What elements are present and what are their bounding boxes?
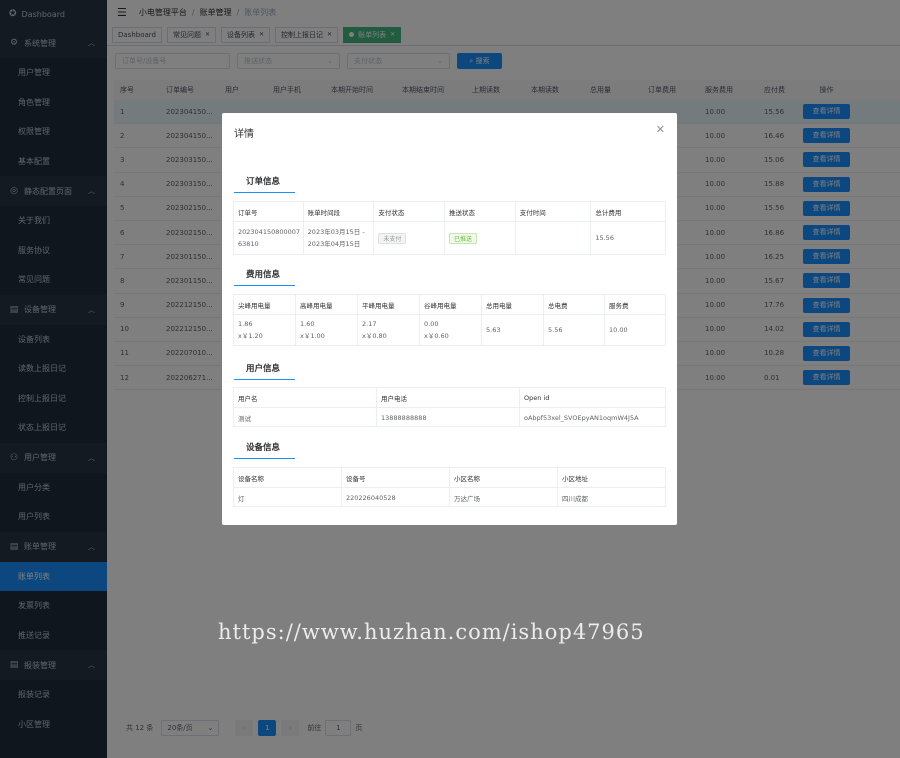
fee-header: 总用电量 — [482, 295, 544, 314]
fee-header: 尖峰用电量 — [234, 295, 296, 314]
push-status-cell: 已推送 — [445, 222, 516, 254]
pay-status-badge: 未支付 — [378, 232, 407, 244]
fee-unit-price: x￥0.80 — [362, 332, 387, 340]
watermark-text: https://www.huzhan.com/ishop47965 — [218, 620, 645, 644]
fee-header: 服务费 — [609, 301, 629, 310]
fee-cell: 0.00 x￥0.60 — [420, 315, 482, 345]
fee-quantity: 1.86 — [238, 320, 253, 328]
order-header: 账单时间段 — [304, 202, 375, 221]
user-header: Open id — [524, 393, 550, 402]
device-name: 灯 — [234, 488, 342, 507]
fee-header: 谷峰用电量 — [420, 295, 482, 314]
fee-quantity: 2.17 — [362, 320, 377, 328]
fee-quantity: 10.00 — [609, 326, 628, 334]
user-header: 用户电话 — [377, 388, 520, 407]
device-header: 小区地址 — [562, 474, 588, 483]
fee-quantity: 0.00 — [424, 320, 439, 328]
device-number: 220226040528 — [342, 488, 450, 507]
push-status-badge: 已推送 — [449, 232, 478, 244]
close-icon[interactable]: ✕ — [656, 123, 665, 136]
fee-quantity: 5.63 — [486, 326, 501, 334]
fee-quantity: 1.60 — [300, 320, 315, 328]
fee-cell: 1.60 x￥1.00 — [296, 315, 358, 345]
device-info-table: 设备名称 设备号 小区名称 小区地址 灯 220226040528 万达广场 四… — [233, 467, 666, 507]
user-name: 测试 — [234, 408, 377, 427]
fee-unit-price: x￥0.60 — [424, 332, 449, 340]
fee-cell: 1.86 x￥1.20 — [234, 315, 296, 345]
bill-period: 2023年03月15日 - 2023年04月15日 — [304, 222, 375, 254]
community-name: 万达广场 — [450, 488, 558, 507]
order-header: 总计费用 — [595, 208, 622, 217]
fee-unit-price: x￥1.20 — [238, 332, 263, 340]
section-title-device: 设备信息 — [234, 441, 295, 459]
fee-header: 高峰用电量 — [296, 295, 358, 314]
community-address: 四川成都 — [562, 494, 588, 503]
fee-info-table: 尖峰用电量 高峰用电量 平峰用电量 谷峰用电量 总用电量 总电费 服务费 1.86 x￥1.2… — [233, 294, 666, 346]
fee-cell: 2.17 x￥0.80 — [358, 315, 420, 345]
fee-header: 总电费 — [544, 295, 605, 314]
device-header: 小区名称 — [450, 468, 558, 487]
pay-status-cell: 未支付 — [374, 222, 446, 254]
device-header: 设备号 — [342, 468, 450, 487]
order-header: 支付状态 — [374, 202, 446, 221]
fee-unit-price: x￥1.00 — [300, 332, 325, 340]
fee-quantity: 5.56 — [548, 326, 563, 334]
user-header: 用户名 — [234, 388, 377, 407]
fee-cell: 5.63 — [482, 315, 544, 345]
fee-header: 平峰用电量 — [358, 295, 420, 314]
device-header: 设备名称 — [234, 468, 342, 487]
order-header: 订单号 — [234, 202, 304, 221]
user-phone: 13888888888 — [377, 408, 520, 427]
section-title-user: 用户信息 — [234, 362, 295, 380]
user-openid: oAbpf53xel_SVOEpyAN1oqmW4J5A — [524, 413, 639, 422]
order-info-table: 订单号 账单时间段 支付状态 推送状态 支付时间 总计费用 2023041508… — [233, 201, 666, 255]
section-title-order: 订单信息 — [234, 175, 295, 193]
section-title-fee: 费用信息 — [234, 268, 295, 286]
detail-dialog: 详情 ✕ 订单信息 订单号 账单时间段 支付状态 推送状态 支付时间 总计费用 … — [222, 113, 677, 525]
order-header: 推送状态 — [445, 202, 516, 221]
fee-cell: 10.00 — [605, 315, 665, 345]
order-number: 20230415080000763810 — [234, 222, 304, 254]
order-header: 支付时间 — [516, 202, 592, 221]
fee-cell: 5.56 — [544, 315, 605, 345]
pay-time — [516, 222, 592, 254]
user-info-table: 用户名 用户电话 Open id 测试 13888888888 oAbpf53x… — [233, 387, 666, 427]
dialog-title: 详情 — [234, 129, 254, 140]
total-fee: 15.56 — [595, 234, 614, 242]
